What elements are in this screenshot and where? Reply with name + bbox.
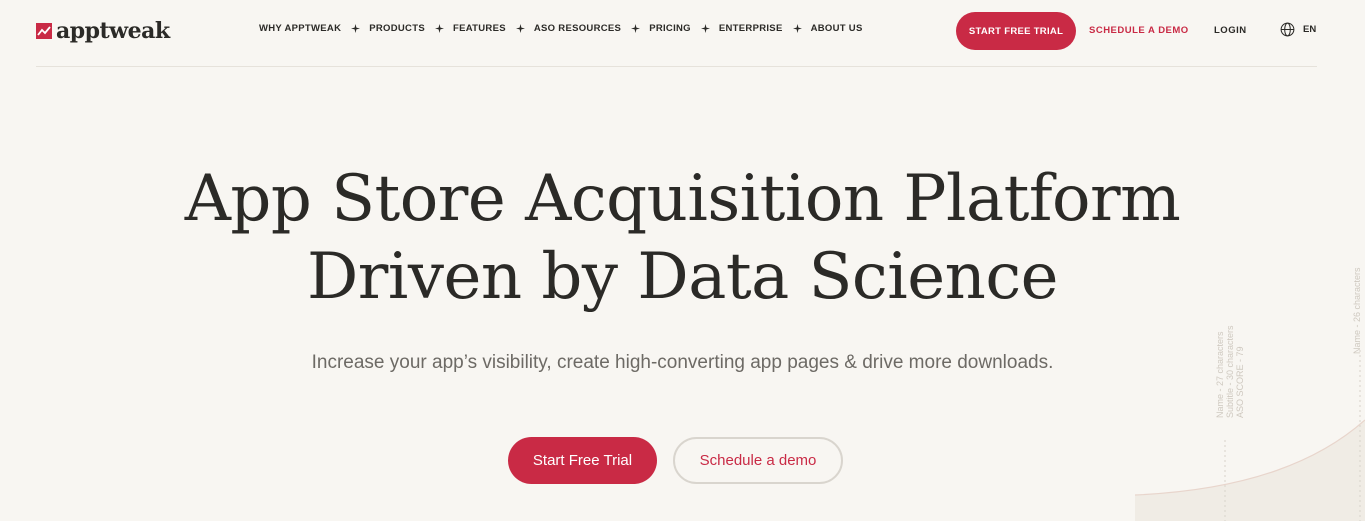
globe-icon [1280,22,1295,37]
nav-item-products[interactable]: PRODUCTS [369,23,425,34]
hero-schedule-demo-button[interactable]: Schedule a demo [673,437,843,484]
nav-divider [36,66,1317,67]
decorative-graph: Name - 27 characters Subtitle - 30 chara… [1134,267,1365,521]
hero-title-line-1: App Store Acquisition Platform [184,162,1181,236]
nav-item-aso-resources[interactable]: ASO RESOURCES [534,23,621,34]
top-navigation: apptweak WHY APPTWEAK PRODUCTS FEATURES … [0,0,1365,62]
language-selector[interactable]: EN [1280,22,1316,37]
nav-item-pricing[interactable]: PRICING [649,23,691,34]
decorative-label-subtitle-30: Subtitle - 30 characters [1225,325,1235,418]
decorative-label-name-26: Name - 26 characters [1352,267,1362,354]
nav-schedule-demo-link[interactable]: SCHEDULE A DEMO [1089,25,1189,36]
decorative-label-name-27: Name - 27 characters [1215,331,1225,418]
logo-wordmark: apptweak [56,18,170,44]
apptweak-logo[interactable]: apptweak [36,17,170,45]
main-menu: WHY APPTWEAK PRODUCTS FEATURES ASO RESOU… [259,23,863,34]
sparkle-separator-icon [792,24,802,33]
sparkle-separator-icon [631,24,641,33]
nav-start-free-trial-button[interactable]: START FREE TRIAL [956,12,1076,50]
language-label: EN [1303,24,1317,35]
sparkle-separator-icon [515,24,525,33]
nav-item-why-apptweak[interactable]: WHY APPTWEAK [259,23,341,34]
nav-item-features[interactable]: FEATURES [453,23,506,34]
nav-item-enterprise[interactable]: ENTERPRISE [719,23,783,34]
sparkle-separator-icon [351,24,361,33]
decorative-label-aso-score: ASO SCORE - 79 [1235,346,1245,418]
logo-mark-icon [36,23,52,39]
nav-login-link[interactable]: LOGIN [1214,25,1247,36]
nav-item-about-us[interactable]: ABOUT US [811,23,863,34]
sparkle-separator-icon [434,24,444,33]
hero-start-free-trial-button[interactable]: Start Free Trial [508,437,657,484]
sparkle-separator-icon [700,24,710,33]
